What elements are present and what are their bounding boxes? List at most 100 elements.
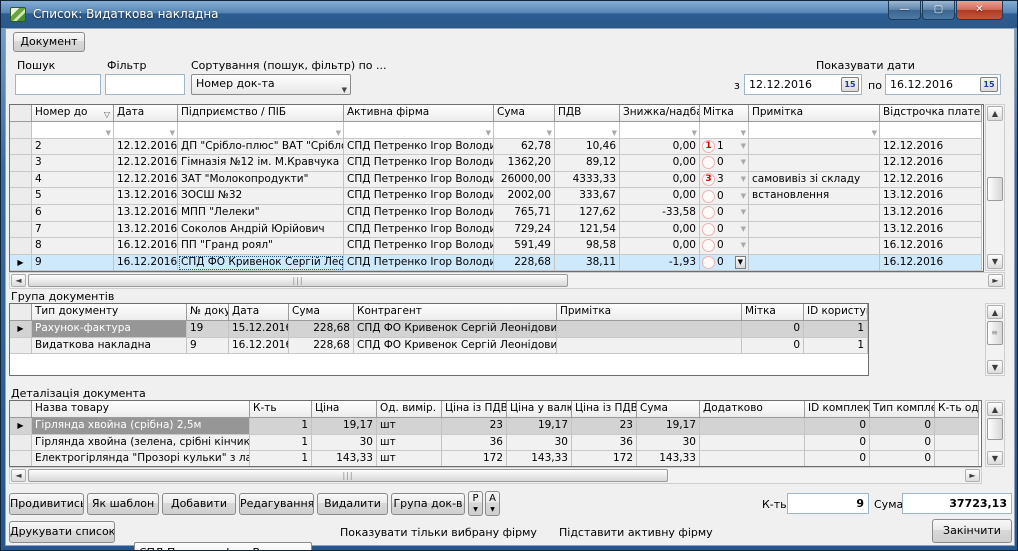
col-sum[interactable]: Сума <box>494 105 555 122</box>
cell-qty[interactable]: 1 <box>250 418 312 435</box>
cell-discount[interactable]: 0,00 <box>620 238 700 255</box>
cell-date[interactable]: 13.12.2016 <box>114 188 178 205</box>
cell-mark[interactable]: 0 ▼ <box>700 188 749 205</box>
mark-dropdown-icon[interactable]: ▼ <box>741 139 746 154</box>
scroll-up-icon[interactable]: ▲ <box>987 106 1003 121</box>
cell-discount[interactable]: 0,00 <box>620 172 700 189</box>
cell-firm[interactable]: СПД Петренко Ігор Володим <box>344 188 494 205</box>
table-row[interactable]: 8 16.12.2016 ПП "Гранд роял" СПД Петренк… <box>10 238 983 255</box>
cell-date[interactable]: 12.12.2016 <box>114 155 178 172</box>
filter-number[interactable]: ▼ <box>32 122 114 139</box>
cell-price-currency[interactable]: 30 <box>507 435 572 452</box>
cell-sum[interactable]: 729,24 <box>494 222 555 239</box>
cell-note[interactable] <box>749 155 880 172</box>
col-mark[interactable]: Мітка <box>700 105 749 122</box>
cell-sum[interactable]: 765,71 <box>494 205 555 222</box>
col-kit-id[interactable]: ID комплект <box>805 401 870 418</box>
cell-sum[interactable]: 228,68 <box>494 255 555 272</box>
cell-mark[interactable]: 0 ▼ <box>700 222 749 239</box>
scroll-down-icon[interactable]: ▼ <box>987 360 1003 374</box>
cell-firm[interactable]: СПД Петренко Ігор Володим <box>344 238 494 255</box>
cell-product[interactable]: Гірлянда хвойна (зелена, срібні кінчики)… <box>32 435 250 452</box>
delete-button[interactable]: Видалити <box>317 493 388 515</box>
group-docs-button[interactable]: Група док-в <box>391 493 465 515</box>
cell-date[interactable]: 12.12.2016 <box>114 172 178 189</box>
menu-document[interactable]: Документ <box>13 32 85 52</box>
col-vat[interactable]: ПДВ <box>555 105 620 122</box>
edit-button[interactable]: Редагування <box>239 493 314 515</box>
cell-firm[interactable]: СПД Петренко Ігор Володим <box>344 222 494 239</box>
p-sort-button[interactable]: P▼ <box>468 491 483 516</box>
col-number[interactable]: Номер до▽ <box>32 105 114 122</box>
filter-dropdown-icon[interactable]: ▼ <box>612 126 617 139</box>
cell-mark[interactable]: 0 ▼ <box>700 155 749 172</box>
cell-discount[interactable]: 0,00 <box>620 188 700 205</box>
cell-date[interactable]: 13.12.2016 <box>114 205 178 222</box>
filter-mark[interactable]: ▼ <box>700 122 749 139</box>
cell-vat[interactable]: 98,58 <box>555 238 620 255</box>
cell-qty-units[interactable] <box>935 435 979 452</box>
scroll-up-icon[interactable]: ▲ <box>987 402 1003 416</box>
cell-sum[interactable]: 30 <box>637 435 700 452</box>
cell-note[interactable] <box>557 338 742 355</box>
scroll-left-icon[interactable]: ◄ <box>11 469 26 482</box>
table-row[interactable]: 2 12.12.2016 ДП "Срібло-плюс" ВАТ "Срібл… <box>10 139 983 156</box>
cell-price-currency[interactable]: 19,17 <box>507 418 572 435</box>
cell-extra[interactable] <box>700 451 805 467</box>
cell-number[interactable]: 3 <box>32 155 114 172</box>
col-note[interactable]: Примітка <box>557 304 742 321</box>
cell-vat[interactable]: 10,46 <box>555 139 620 156</box>
cell-price-vat[interactable]: 172 <box>442 451 507 467</box>
close-icon[interactable]: ✕ <box>956 1 1003 20</box>
mark-dropdown-icon[interactable]: ▼ <box>741 155 746 170</box>
finish-button[interactable]: Закінчити <box>932 519 1012 543</box>
cell-note[interactable]: встановлення <box>749 188 880 205</box>
mark-dropdown-icon[interactable]: ▼ <box>741 172 746 187</box>
cell-date[interactable]: 16.12.2016 <box>114 255 178 272</box>
col-doc-num[interactable]: № доку <box>187 304 229 321</box>
filter-discount[interactable]: ▼ <box>620 122 700 139</box>
scroll-thumb[interactable]: ||| <box>28 469 668 482</box>
maximize-icon[interactable]: ▢ <box>922 1 955 20</box>
cell-unit[interactable]: шт <box>377 451 442 467</box>
main-vertical-scrollbar[interactable]: ▲ ▼ <box>985 104 1005 271</box>
cell-number[interactable]: 8 <box>32 238 114 255</box>
cell-doc-num[interactable]: 19 <box>187 321 229 338</box>
cell-doc-type[interactable]: Рахунок-фактура <box>32 321 187 338</box>
mark-dropdown-icon[interactable]: ▼ <box>741 222 746 237</box>
cell-defer[interactable]: 16.12.2016 <box>880 238 982 255</box>
cell-note[interactable] <box>749 255 880 272</box>
table-row[interactable]: 7 13.12.2016 Соколов Андрій Юрійович СПД… <box>10 222 983 239</box>
cell-kit-type[interactable]: 0 <box>870 435 935 452</box>
col-price-currency[interactable]: Ціна у валю <box>507 401 572 418</box>
sort-select[interactable]: Номер док-та ▼ <box>191 74 351 95</box>
col-date[interactable]: Дата <box>114 105 178 122</box>
col-price-vat[interactable]: Ціна із ПДВ <box>442 401 507 418</box>
cell-mark[interactable]: 1 1 ▼ <box>700 139 749 156</box>
cell-vat[interactable]: 333,67 <box>555 188 620 205</box>
cell-sum[interactable]: 2002,00 <box>494 188 555 205</box>
calendar-icon[interactable]: 15 <box>841 77 859 92</box>
cell-doc-date[interactable]: 15.12.2016 <box>229 321 289 338</box>
cell-vat[interactable]: 127,62 <box>555 205 620 222</box>
filter-company[interactable]: ▼ <box>178 122 344 139</box>
mark-dropdown-icon[interactable]: ▼ <box>735 256 746 269</box>
table-row[interactable]: 6 13.12.2016 МПП "Лелеки" СПД Петренко І… <box>10 205 983 222</box>
mark-dropdown-icon[interactable]: ▼ <box>741 238 746 253</box>
cell-sum[interactable]: 1362,20 <box>494 155 555 172</box>
cell-price[interactable]: 143,33 <box>312 451 377 467</box>
cell-product[interactable]: Електрогірлянда "Прозорі кульки" з лампа <box>32 451 250 467</box>
group-vertical-scrollbar[interactable]: ▲ ≡ ▼ <box>985 303 1005 376</box>
col-user-id[interactable]: ID користув <box>804 304 868 321</box>
cell-mark[interactable]: 0 <box>742 338 804 355</box>
cell-mark[interactable]: 3 3 ▼ <box>700 172 749 189</box>
col-defer[interactable]: Відстрочка платеж <box>880 105 982 122</box>
filter-dropdown-icon[interactable]: ▼ <box>872 126 877 139</box>
filter-dropdown-icon[interactable]: ▼ <box>741 126 746 139</box>
col-mark[interactable]: Мітка <box>742 304 804 321</box>
scroll-thumb[interactable]: ||| <box>28 274 568 287</box>
view-button[interactable]: Продивитись <box>9 493 84 515</box>
cell-date[interactable]: 13.12.2016 <box>114 222 178 239</box>
cell-qty[interactable]: 1 <box>250 451 312 467</box>
col-doc-date[interactable]: Дата <box>229 304 289 321</box>
